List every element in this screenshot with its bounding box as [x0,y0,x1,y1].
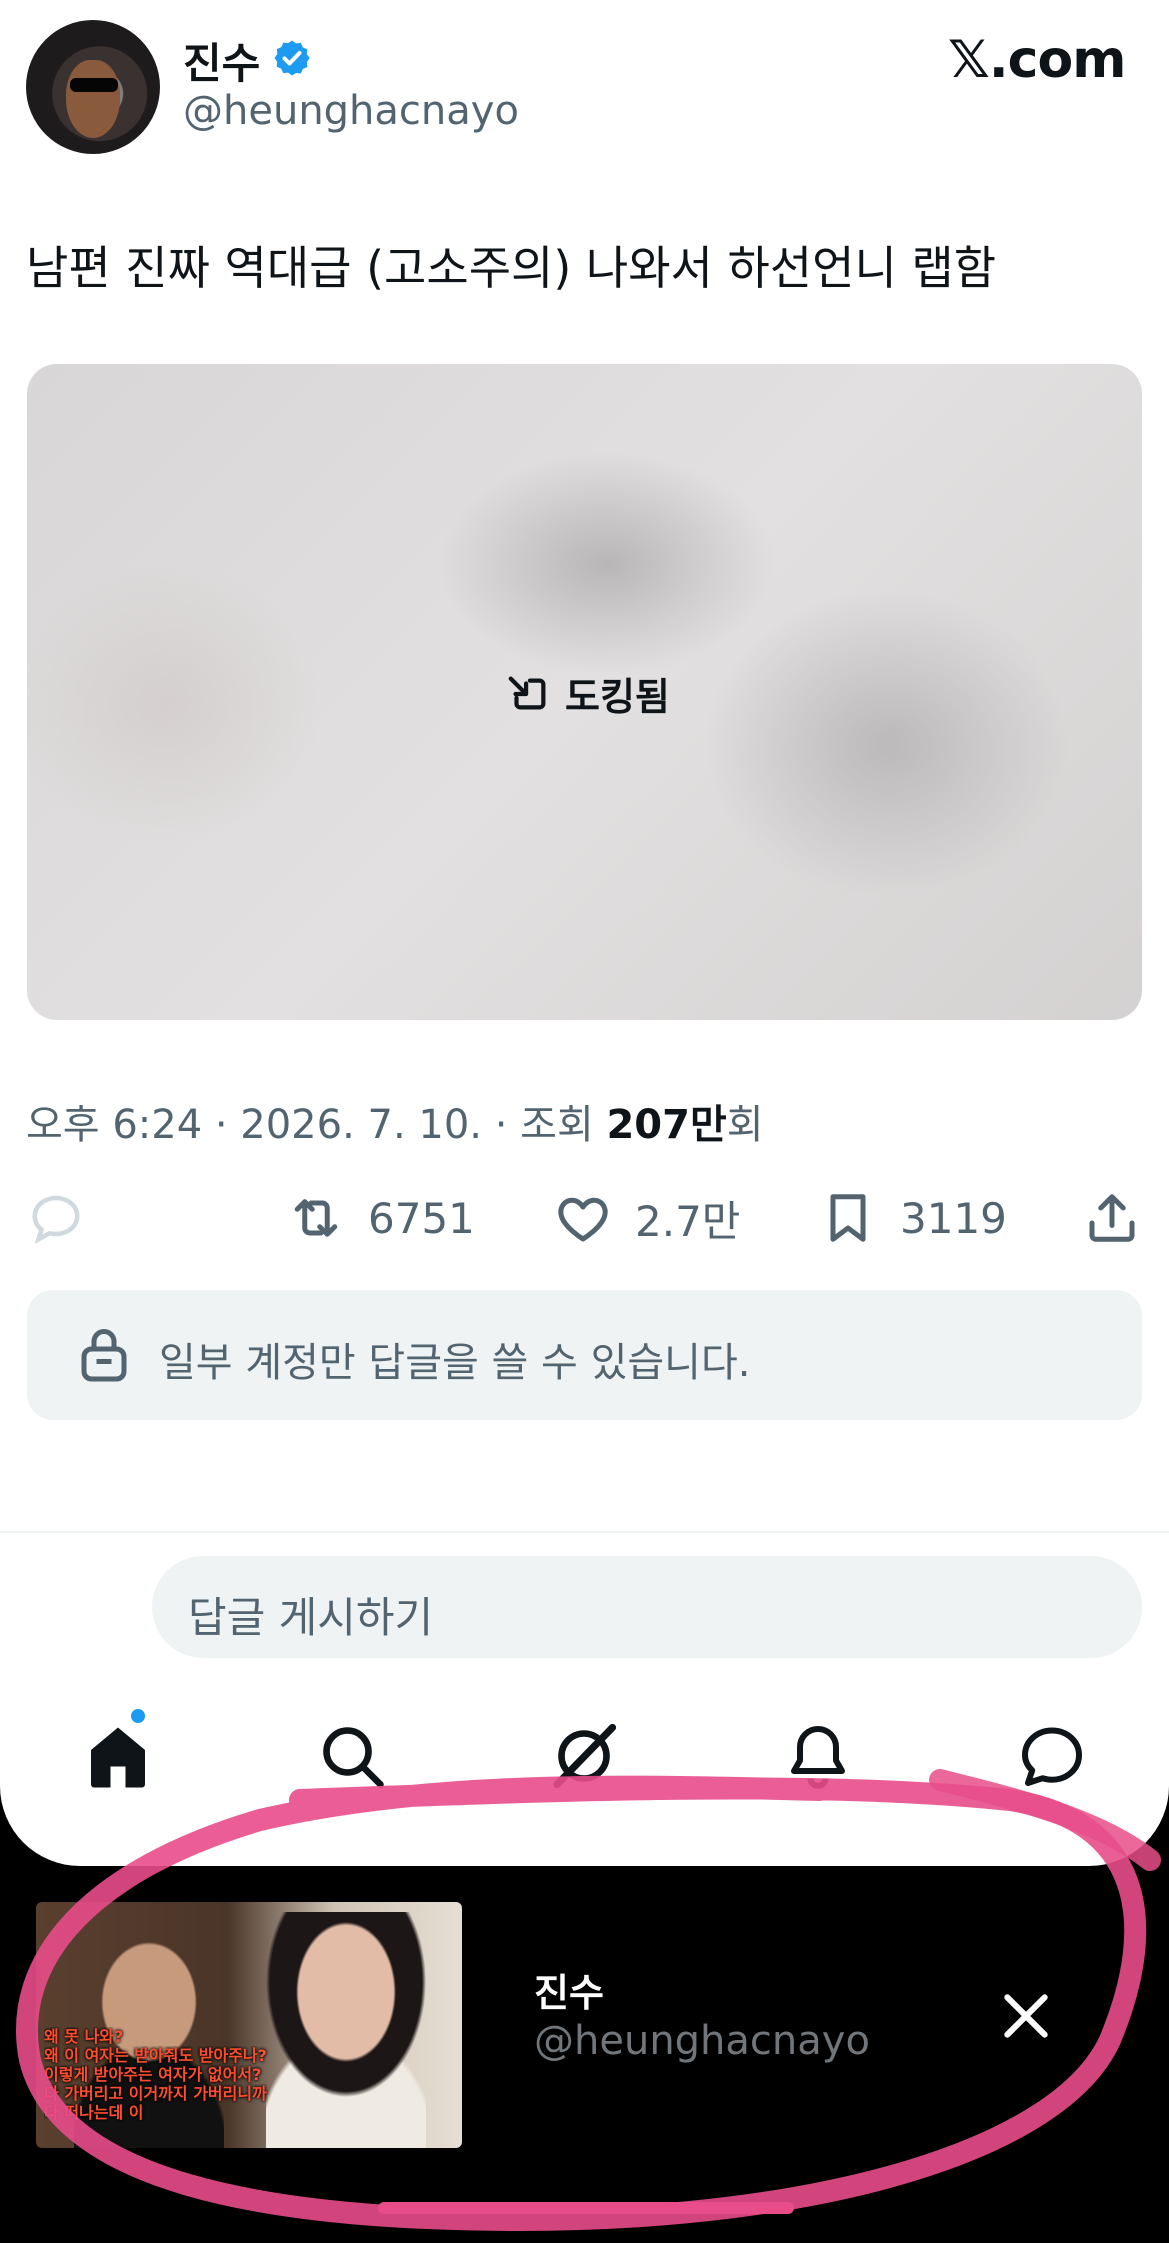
tab-messages[interactable] [1016,1720,1088,1792]
docked-indicator: 도킹됨 [505,666,670,721]
mini-player-thumbnail[interactable]: 왜 못 나와? 왜 이 여자는 받아줘도 받아주나? 이렇게 받아주는 여자가 … [36,1902,462,2148]
share-icon [1089,1194,1135,1242]
mini-player-handle: @heunghacnayo [534,2018,870,2064]
tweet-sheet: 진수 @heunghacnayo 𝕏.com 남편 진짜 역대급 (고소주의) … [0,0,1169,1866]
subtitle-line: 다 떠나는데 이 [44,2103,144,2122]
display-name[interactable]: 진수 [183,30,260,91]
mini-player-name: 진수 [534,1971,604,2015]
reply-button[interactable] [26,1188,86,1248]
bookmark-icon [830,1194,866,1242]
view-count: 207만 [606,1102,727,1148]
tweet-media[interactable]: 도킹됨 [27,364,1142,1020]
subtitle-line: 다 가버리고 이거까지 가버리니까 [44,2084,267,2103]
avatar-sunglasses [70,78,118,92]
handle[interactable]: @heunghacnayo [183,88,519,134]
tab-search[interactable] [316,1720,388,1792]
view-suffix: 회 [726,1102,764,1148]
avatar[interactable] [26,20,160,154]
close-icon[interactable] [998,1988,1054,2044]
retweet-icon [294,1199,338,1237]
subtitle-line: 왜 못 나와? [44,2027,124,2046]
heart-icon [558,1197,608,1241]
avatar-face [66,60,120,138]
subtitle-line: 왜 이 여자는 받아줘도 받아주나? [44,2046,267,2065]
divider [0,1531,1169,1533]
bookmark-button[interactable]: 3119 [818,1188,1007,1248]
thumbnail-subtitles: 왜 못 나와? 왜 이 여자는 받아줘도 받아주나? 이렇게 받아주는 여자가 … [44,2027,454,2122]
grok-icon [553,1723,617,1789]
like-button[interactable]: 2.7만 [553,1188,740,1249]
search-icon [323,1727,384,1788]
reply-restriction-text: 일부 계정만 답글을 쓸 수 있습니다. [159,1340,751,1386]
home-icon [91,1727,145,1788]
tab-notifications[interactable] [782,1720,854,1792]
reply-placeholder: 답글 게시하기 [188,1593,434,1642]
share-button[interactable] [1082,1188,1142,1248]
like-count: 2.7만 [635,1197,741,1246]
timestamp[interactable]: 오후 6:24 · 2026. 7. 10. · 조회 [26,1102,606,1148]
tab-home[interactable] [82,1720,154,1792]
chat-bubble-icon [1022,1727,1082,1786]
retweet-count: 6751 [368,1193,475,1243]
reply-icon [32,1195,80,1244]
subtitle-line: 이렇게 받아주는 여자가 없어서? [44,2065,262,2084]
home-indicator[interactable] [378,2202,794,2214]
retweet-button[interactable]: 6751 [286,1188,475,1248]
bell-icon [791,1726,845,1789]
lock-icon [81,1329,127,1382]
reply-input[interactable]: 답글 게시하기 [152,1556,1142,1658]
verified-badge-icon [274,40,310,76]
x-logo: 𝕏.com [948,30,1126,90]
tweet-text: 남편 진짜 역대급 (고소주의) 나와서 하선언니 랩함 [26,241,997,295]
tab-grok[interactable] [548,1720,620,1792]
notification-dot [128,1706,148,1726]
docked-label: 도킹됨 [565,675,670,719]
bookmark-count: 3119 [900,1193,1007,1243]
docked-icon [508,676,546,710]
tweet-meta: 오후 6:24 · 2026. 7. 10. · 조회 207만회 [26,1092,764,1150]
reply-restriction-notice: 일부 계정만 답글을 쓸 수 있습니다. [27,1290,1142,1420]
